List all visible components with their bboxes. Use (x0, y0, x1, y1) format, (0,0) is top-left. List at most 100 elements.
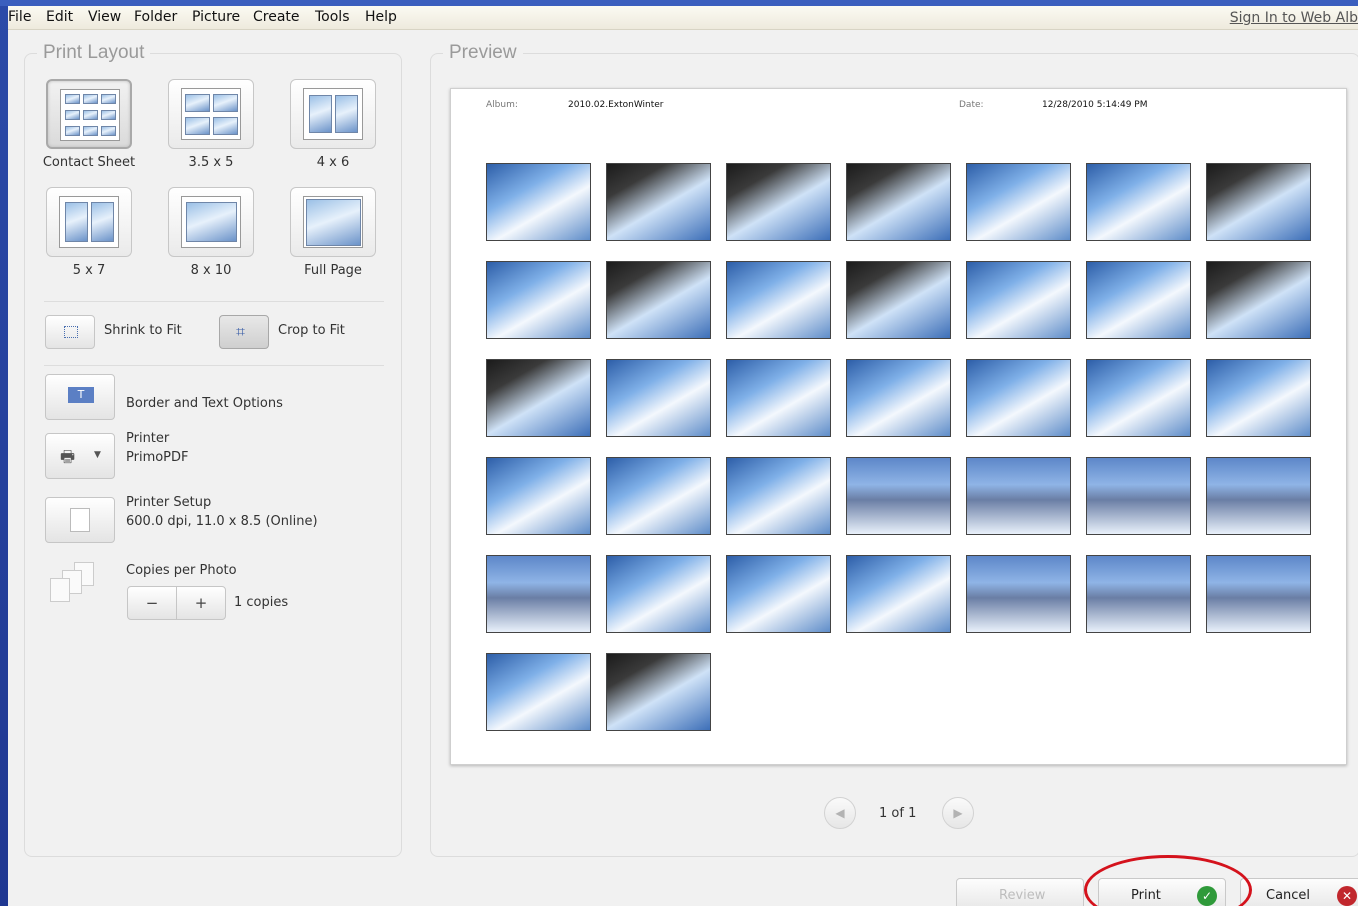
photo-thumbnail (846, 359, 951, 437)
copies-plus-button[interactable]: + (176, 586, 226, 620)
crop-icon: ⌗ (236, 322, 246, 341)
copies-value: 1 copies (234, 595, 289, 610)
divider (44, 365, 384, 366)
layout-4x6[interactable] (290, 79, 376, 149)
photo-thumbnail (1206, 457, 1311, 535)
copies-icon (48, 562, 104, 612)
chevron-down-icon: ▼ (94, 450, 101, 460)
photo-thumbnail (846, 457, 951, 535)
layout-3-5x5[interactable] (168, 79, 254, 149)
menu-create[interactable]: Create (253, 9, 300, 25)
cancel-label: Cancel (1266, 888, 1311, 903)
page-indicator: 1 of 1 (879, 806, 917, 821)
crop-to-fit-label: Crop to Fit (278, 323, 345, 338)
review-label: Review (999, 888, 1046, 903)
album-value: 2010.02.ExtonWinter (568, 100, 664, 110)
photo-thumbnail (486, 261, 591, 339)
photo-thumbnail (726, 457, 831, 535)
menu-view[interactable]: View (88, 9, 121, 25)
copies-minus-button[interactable]: − (127, 586, 177, 620)
previous-page-button[interactable]: ◀ (824, 797, 856, 829)
shrink-to-fit-button[interactable] (45, 315, 95, 349)
copies-per-photo-label: Copies per Photo (126, 563, 237, 578)
border-text-options-label: Border and Text Options (126, 396, 283, 411)
next-page-button[interactable]: ▶ (942, 797, 974, 829)
photo-thumbnail (726, 261, 831, 339)
layout-8x10-icon (181, 196, 241, 248)
cancel-button[interactable]: Cancel ✕ (1240, 878, 1358, 906)
photo-thumbnail (726, 163, 831, 241)
printer-setup-button[interactable] (45, 497, 115, 543)
photo-thumbnail (486, 359, 591, 437)
layout-3-5x5-icon (181, 88, 241, 140)
date-value: 12/28/2010 5:14:49 PM (1042, 100, 1148, 110)
photo-thumbnail (726, 555, 831, 633)
photo-thumbnail (1206, 359, 1311, 437)
printer-select-button[interactable]: 🖶 ▼ (45, 433, 115, 479)
menu-picture[interactable]: Picture (192, 9, 240, 25)
photo-thumbnail (966, 163, 1071, 241)
layout-full-page[interactable] (290, 187, 376, 257)
print-label: Print (1131, 888, 1161, 903)
layout-4x6-label: 4 x 6 (316, 155, 350, 170)
layout-8x10-label: 8 x 10 (190, 263, 232, 278)
divider (44, 301, 384, 302)
check-icon: ✓ (1197, 886, 1217, 906)
layout-5x7[interactable] (46, 187, 132, 257)
contact-sheet-icon (60, 89, 120, 141)
print-layout-title: Print Layout (37, 42, 151, 64)
review-button[interactable]: Review (956, 878, 1084, 906)
menu-folder[interactable]: Folder (134, 9, 177, 25)
photo-thumbnail (1086, 163, 1191, 241)
layout-full-page-label: Full Page (304, 263, 362, 278)
crop-to-fit-button[interactable]: ⌗ (219, 315, 269, 349)
photo-thumbnail (1206, 163, 1311, 241)
photo-thumbnail (606, 653, 711, 731)
album-label: Album: (486, 100, 518, 110)
layout-3-5x5-label: 3.5 x 5 (188, 155, 234, 170)
print-button[interactable]: Print ✓ (1098, 878, 1226, 906)
date-label: Date: (959, 100, 984, 110)
printer-label: Printer (126, 431, 170, 446)
photo-thumbnail (1086, 555, 1191, 633)
photo-thumbnail (1086, 261, 1191, 339)
photo-thumbnail (966, 261, 1071, 339)
photo-thumbnail (846, 261, 951, 339)
layout-5x7-label: 5 x 7 (72, 263, 106, 278)
photo-thumbnail (606, 163, 711, 241)
preview-title: Preview (443, 42, 523, 64)
photo-thumbnail (606, 261, 711, 339)
cancel-x-icon: ✕ (1337, 886, 1357, 906)
menu-tools[interactable]: Tools (315, 9, 350, 25)
photo-thumbnail (486, 555, 591, 633)
printer-name: PrimoPDF (126, 450, 189, 465)
border-text-options-button[interactable]: T (45, 374, 115, 420)
chevron-left-icon: ◀ (835, 806, 845, 820)
menu-help[interactable]: Help (365, 9, 397, 25)
menu-bar: File Edit View Folder Picture Create Too… (8, 6, 1358, 30)
layout-4x6-icon (303, 88, 363, 140)
photo-thumbnail (486, 457, 591, 535)
window-edge (0, 0, 8, 906)
photo-thumbnail (846, 555, 951, 633)
printer-setup-detail: 600.0 dpi, 11.0 x 8.5 (Online) (126, 514, 318, 529)
photo-thumbnail (726, 359, 831, 437)
layout-8x10[interactable] (168, 187, 254, 257)
shrink-icon (64, 326, 78, 338)
sign-in-link[interactable]: Sign In to Web Alb (1230, 10, 1358, 26)
photo-thumbnail (1086, 359, 1191, 437)
photo-thumbnail (486, 653, 591, 731)
layout-contact-sheet[interactable] (46, 79, 132, 149)
photo-thumbnail (606, 359, 711, 437)
layout-full-page-icon (303, 196, 363, 248)
printer-setup-label: Printer Setup (126, 495, 212, 510)
photo-thumbnail (846, 163, 951, 241)
photo-thumbnail (606, 457, 711, 535)
menu-file[interactable]: File (8, 9, 31, 25)
photo-thumbnail (1206, 261, 1311, 339)
layout-5x7-icon (59, 196, 119, 248)
printer-icon: 🖶 (60, 447, 76, 466)
photo-thumbnail (1086, 457, 1191, 535)
menu-edit[interactable]: Edit (46, 9, 73, 25)
printer-setup-icon (70, 508, 90, 532)
